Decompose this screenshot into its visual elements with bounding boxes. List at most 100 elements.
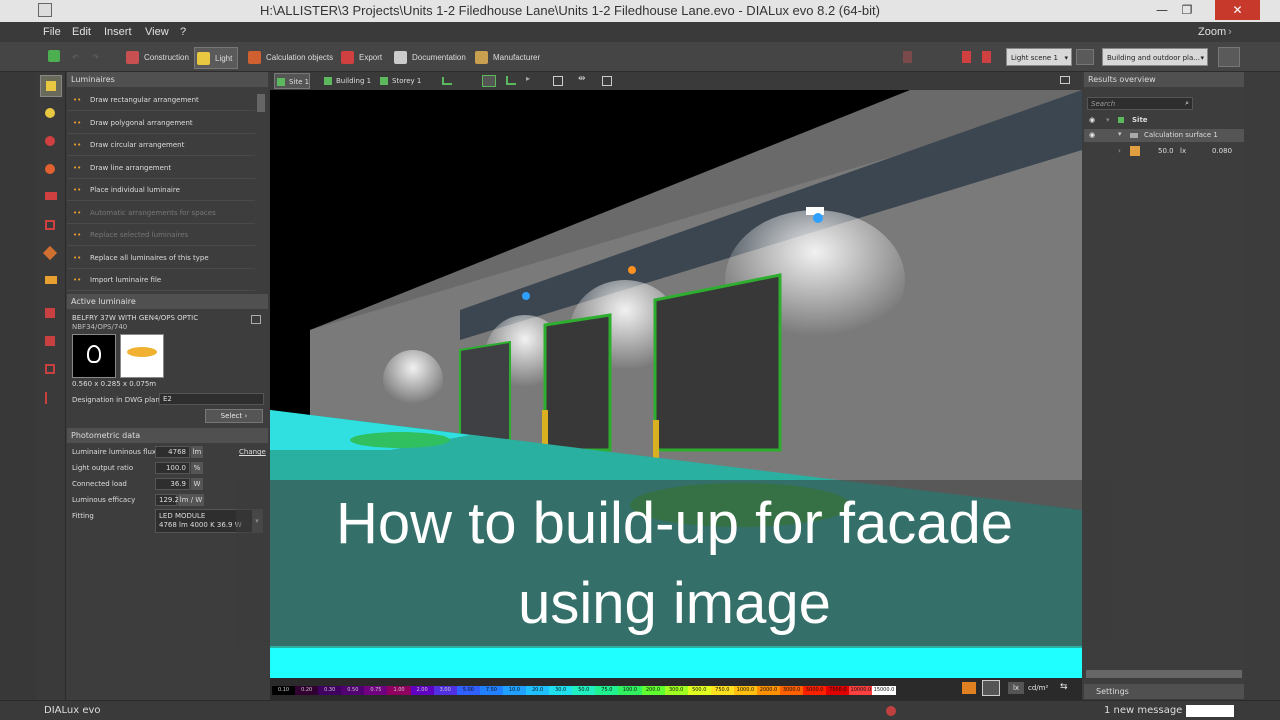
color-palette-icon[interactable] [40,159,62,181]
menu-edit[interactable]: Edit [72,26,91,38]
luminaire-tool-item[interactable]: •• Import luminaire file [67,270,255,291]
color-scale-step: 0.10 [272,686,296,695]
tab-site[interactable]: Site 1 [274,73,311,89]
frame-icon[interactable] [40,215,62,237]
view-mode-dropdown[interactable]: Building and outdoor pla... ▾ [1102,48,1208,66]
chevron-down-icon: ▾ [1118,130,1122,138]
arrangement-icon: •• [73,276,82,284]
calc-surface-row[interactable]: ◉ ▾ Calculation surface 1 [1084,129,1244,142]
tab-building[interactable]: Building 1 [322,73,371,89]
calculation-objects-button[interactable]: Calculation objects [246,47,333,69]
stack-icon[interactable] [40,271,62,293]
luminaire-marker [522,292,530,300]
arrangement-icon: •• [73,253,82,262]
measure-icon[interactable] [40,303,62,325]
illuminance-icon [1130,146,1140,156]
chevron-right-icon[interactable]: › [1118,147,1121,155]
eye-icon[interactable]: ◉ [1089,116,1095,124]
bulb-icon[interactable] [40,103,62,125]
viewport-toolbar: Site 1 Building 1 Storey 1 ▸ ⇹ [270,72,1082,90]
gradient-icon[interactable] [962,682,976,694]
monitor-icon[interactable] [1060,76,1070,84]
chevron-down-icon[interactable]: ▾ [1106,116,1110,124]
message-count[interactable]: 1 new message [1104,705,1182,716]
swap-icon[interactable]: ⇆ [1060,682,1068,692]
menu-help[interactable]: ? [180,26,186,38]
menu-view[interactable]: View [145,26,169,38]
luminaire-tool-item[interactable]: •• Draw polygonal arrangement [67,113,255,134]
luminaire-tool-item[interactable]: •• Place individual luminaire [67,180,255,201]
flux-unit: lm [191,446,203,458]
surface-icon [1130,133,1138,138]
close-button[interactable]: ✕ [1215,0,1260,20]
luminance-unit-button[interactable]: cd/m² [1028,684,1048,692]
document-icon [394,51,407,64]
false-color-scale: 0.10 0.20 0.30 0.50 0.75 1.00 2.00 3.00 5.00 7.50… [270,678,1082,700]
render-settings-icon[interactable] [1076,49,1094,65]
box-icon[interactable] [40,359,62,381]
results-site[interactable]: Site [1132,116,1148,124]
save-icon[interactable] [48,50,60,62]
result-value: 50.0 [1158,147,1174,155]
manufacturer-button[interactable]: Manufacturer [473,47,540,69]
luminaire-tool-item[interactable]: •• Draw rectangular arrangement [67,90,255,111]
luminaire-tool-item[interactable]: •• Draw line arrangement [67,158,255,179]
luminaire-tool-icon[interactable] [40,75,62,97]
hierarchy-icon[interactable] [40,387,62,409]
message-box[interactable] [1186,705,1234,717]
lux-unit-button[interactable]: lx [1008,682,1024,694]
caption-line-1: How to build-up for facade [335,491,1014,556]
luminaire-tool-label: Draw rectangular arrangement [90,96,199,104]
luminaire-off-icon[interactable] [903,51,912,63]
light-button[interactable]: Light [194,47,238,69]
caption-line-2: using image [518,571,831,636]
wrench-icon[interactable] [40,243,62,265]
ramp-icon[interactable] [40,187,62,209]
construction-button[interactable]: Construction [124,47,189,69]
eye-icon[interactable]: ◉ [1089,131,1095,139]
change-link[interactable]: Change [239,448,266,456]
luminaire-tool-label: Import luminaire file [90,276,162,284]
delete-icon[interactable] [962,51,971,63]
undo-icon[interactable]: ↶ [72,53,79,62]
results-search-input[interactable]: Search ⌕ [1087,97,1193,110]
floor-plan-icon[interactable] [442,77,452,85]
luminaire-tool-item[interactable]: •• Replace all luminaires of this type [67,248,255,269]
settings-header[interactable]: Settings [1084,684,1244,699]
luminaire-tool-item[interactable]: •• Draw circular arrangement [67,135,255,156]
3d-view-icon[interactable] [482,75,496,87]
magnet-icon[interactable] [40,131,62,153]
export-button[interactable]: Export [339,47,382,69]
grid-icon[interactable] [602,76,612,86]
play-icon[interactable]: ▸ [526,74,530,83]
horizontal-scrollbar[interactable] [1086,670,1242,678]
light-distribution-curve [120,334,164,378]
cut-icon[interactable] [40,331,62,353]
arrangement-icon: •• [73,96,82,104]
redo-icon[interactable]: ↷ [92,53,99,62]
tool-strip [36,72,66,700]
measure-icon[interactable]: ⇹ [578,74,586,84]
color-scale-step: 3000.0 [780,686,804,695]
scrollbar[interactable] [257,94,265,112]
tab-storey[interactable]: Storey 1 [378,73,421,89]
light-scene-dropdown[interactable]: Light scene 1 ▾ [1006,48,1072,66]
pen-icon[interactable] [1218,47,1240,67]
menu-insert[interactable]: Insert [104,26,132,38]
menu-file[interactable]: File [43,26,61,38]
copy-icon[interactable] [251,315,261,324]
fit-view-icon[interactable] [553,76,563,86]
trash-icon[interactable] [982,51,991,63]
status-bar: DIALux evo 1 new message [0,700,1280,720]
load-value: 36.9 [155,478,190,490]
chevron-down-icon: ▾ [1200,54,1204,62]
select-button[interactable]: Select › [205,409,263,423]
section-icon[interactable] [506,76,516,85]
documentation-button[interactable]: Documentation [392,47,466,69]
load-label: Connected load [72,480,127,488]
maximize-button[interactable]: ❐ [1172,0,1202,20]
designation-input[interactable]: E2 [159,393,264,405]
gradient-active-icon[interactable] [982,680,1000,696]
zoom-menu[interactable]: Zoom [1198,26,1226,38]
main-toolbar: ↶ ↷ Construction Light Calculation objec… [0,42,1280,72]
